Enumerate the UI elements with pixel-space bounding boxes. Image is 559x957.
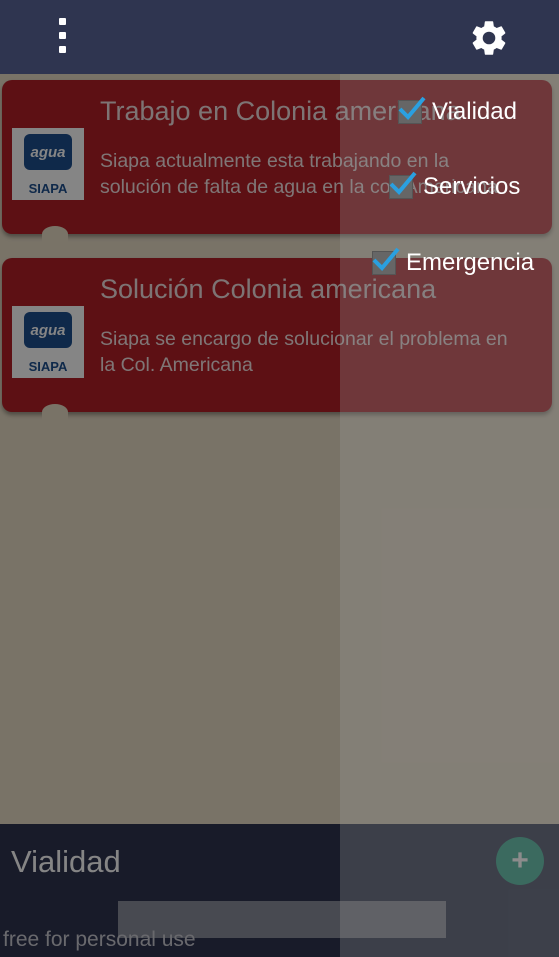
check-icon [398, 96, 426, 120]
card-title: Solución Colonia americana [100, 274, 437, 304]
check-icon [389, 171, 417, 195]
siapa-logo: agua SIAPA [12, 128, 84, 200]
card-description: Siapa se encargo de solucionar el proble… [100, 328, 508, 376]
bottom-bar: Vialidad + free for personal use [0, 824, 559, 957]
logo-brand: SIAPA [28, 181, 68, 196]
filter-servicios[interactable]: Servicios [389, 171, 521, 201]
current-category-title: Vialidad [11, 844, 121, 879]
filter-emergencia[interactable]: Emergencia [372, 247, 535, 277]
filter-vialidad[interactable]: Vialidad [398, 96, 517, 126]
overflow-menu-icon[interactable] [52, 18, 72, 58]
card-notch [42, 226, 68, 242]
siapa-logo: agua SIAPA [12, 306, 84, 378]
filter-label: Vialidad [432, 98, 517, 125]
filter-label: Servicios [423, 173, 521, 200]
add-report-button[interactable]: + [496, 837, 544, 885]
checkbox-servicios[interactable] [389, 171, 417, 199]
report-card[interactable]: agua SIAPA Solución Colonia americana Si… [2, 258, 552, 420]
logo-brand: SIAPA [28, 359, 68, 374]
watermark-text: free for personal use [3, 928, 196, 951]
card-notch [42, 404, 68, 420]
checkbox-emergencia[interactable] [372, 247, 400, 275]
top-app-bar [0, 0, 559, 74]
logo-text: agua [30, 144, 66, 161]
gear-icon[interactable] [468, 17, 510, 59]
logo-text: agua [30, 322, 66, 339]
check-icon [372, 247, 400, 271]
filter-label: Emergencia [406, 249, 535, 276]
checkbox-vialidad[interactable] [398, 96, 426, 124]
